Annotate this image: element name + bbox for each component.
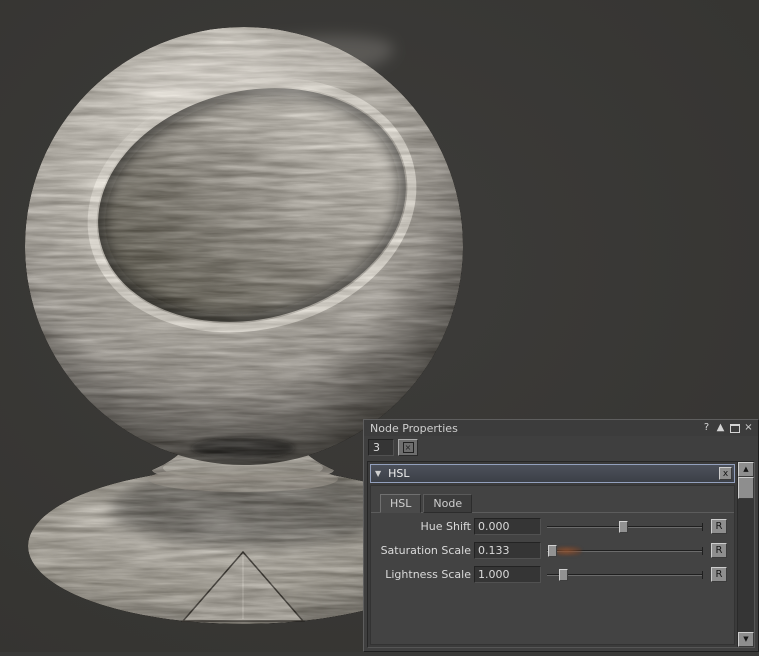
slider-handle[interactable] — [548, 545, 557, 557]
scrollbar[interactable]: ▲ ▼ — [737, 462, 754, 647]
scroll-up-button[interactable]: ▲ — [738, 462, 754, 477]
tab-bar: HSL Node — [371, 486, 734, 513]
node-count-field[interactable] — [368, 439, 394, 456]
param-value-field[interactable] — [474, 542, 541, 559]
param-list: Hue Shift R Saturation Scale — [371, 513, 734, 583]
scroll-down-icon: ▼ — [743, 636, 748, 643]
scroll-down-button[interactable]: ▼ — [738, 632, 754, 647]
param-value-field[interactable] — [474, 566, 541, 583]
panel-toolbar: × — [364, 436, 758, 459]
render-artifact — [556, 546, 582, 556]
help-icon[interactable]: ? — [700, 422, 713, 434]
node-body: HSL Node Hue Shift R — [370, 485, 735, 645]
slider-end-tick — [702, 571, 703, 579]
param-row-saturation-scale: Saturation Scale R — [371, 542, 730, 559]
titlebar[interactable]: Node Properties ? ▲ × — [364, 420, 758, 436]
param-value-field[interactable] — [474, 518, 541, 535]
param-slider[interactable] — [547, 543, 705, 559]
node-delete-button[interactable]: x — [719, 467, 732, 480]
node-view-icon: × — [403, 442, 414, 453]
slider-track — [547, 574, 703, 576]
scroll-up-icon: ▲ — [743, 466, 748, 473]
param-slider[interactable] — [547, 567, 705, 583]
rollup-icon[interactable]: ▲ — [714, 422, 727, 434]
scroll-thumb[interactable] — [738, 477, 754, 499]
node-list: ▼ HSL x HSL Node Hue Shift — [368, 462, 737, 647]
param-label: Saturation Scale — [371, 544, 474, 557]
collapse-triangle-icon[interactable]: ▼ — [375, 469, 381, 478]
window-title: Node Properties — [370, 422, 699, 435]
reset-button[interactable]: R — [711, 519, 727, 534]
tab-hsl[interactable]: HSL — [380, 494, 421, 513]
node-header-label: HSL — [388, 467, 719, 480]
restore-glyph — [730, 424, 740, 433]
sphere-limb-shading — [25, 27, 463, 465]
node-properties-window: Node Properties ? ▲ × × ▼ HSL x HSL Node — [363, 419, 759, 652]
scroll-track[interactable] — [738, 477, 754, 632]
restore-icon[interactable] — [728, 422, 741, 434]
slider-end-tick — [702, 547, 703, 555]
param-row-hue-shift: Hue Shift R — [371, 518, 730, 535]
param-label: Lightness Scale — [371, 568, 474, 581]
properties-frame: ▼ HSL x HSL Node Hue Shift — [367, 461, 755, 648]
foot-ridge-lower — [148, 466, 338, 492]
close-icon[interactable]: × — [742, 422, 755, 434]
param-row-lightness-scale: Lightness Scale R — [371, 566, 730, 583]
slider-end-tick — [702, 523, 703, 531]
node-header-hsl[interactable]: ▼ HSL x — [370, 464, 735, 483]
reset-button[interactable]: R — [711, 567, 727, 582]
param-slider[interactable] — [547, 519, 705, 535]
slider-handle[interactable] — [559, 569, 568, 581]
reset-button[interactable]: R — [711, 543, 727, 558]
param-label: Hue Shift — [371, 520, 474, 533]
tab-node[interactable]: Node — [423, 494, 472, 513]
slider-handle[interactable] — [619, 521, 628, 533]
node-view-button[interactable]: × — [398, 439, 418, 456]
